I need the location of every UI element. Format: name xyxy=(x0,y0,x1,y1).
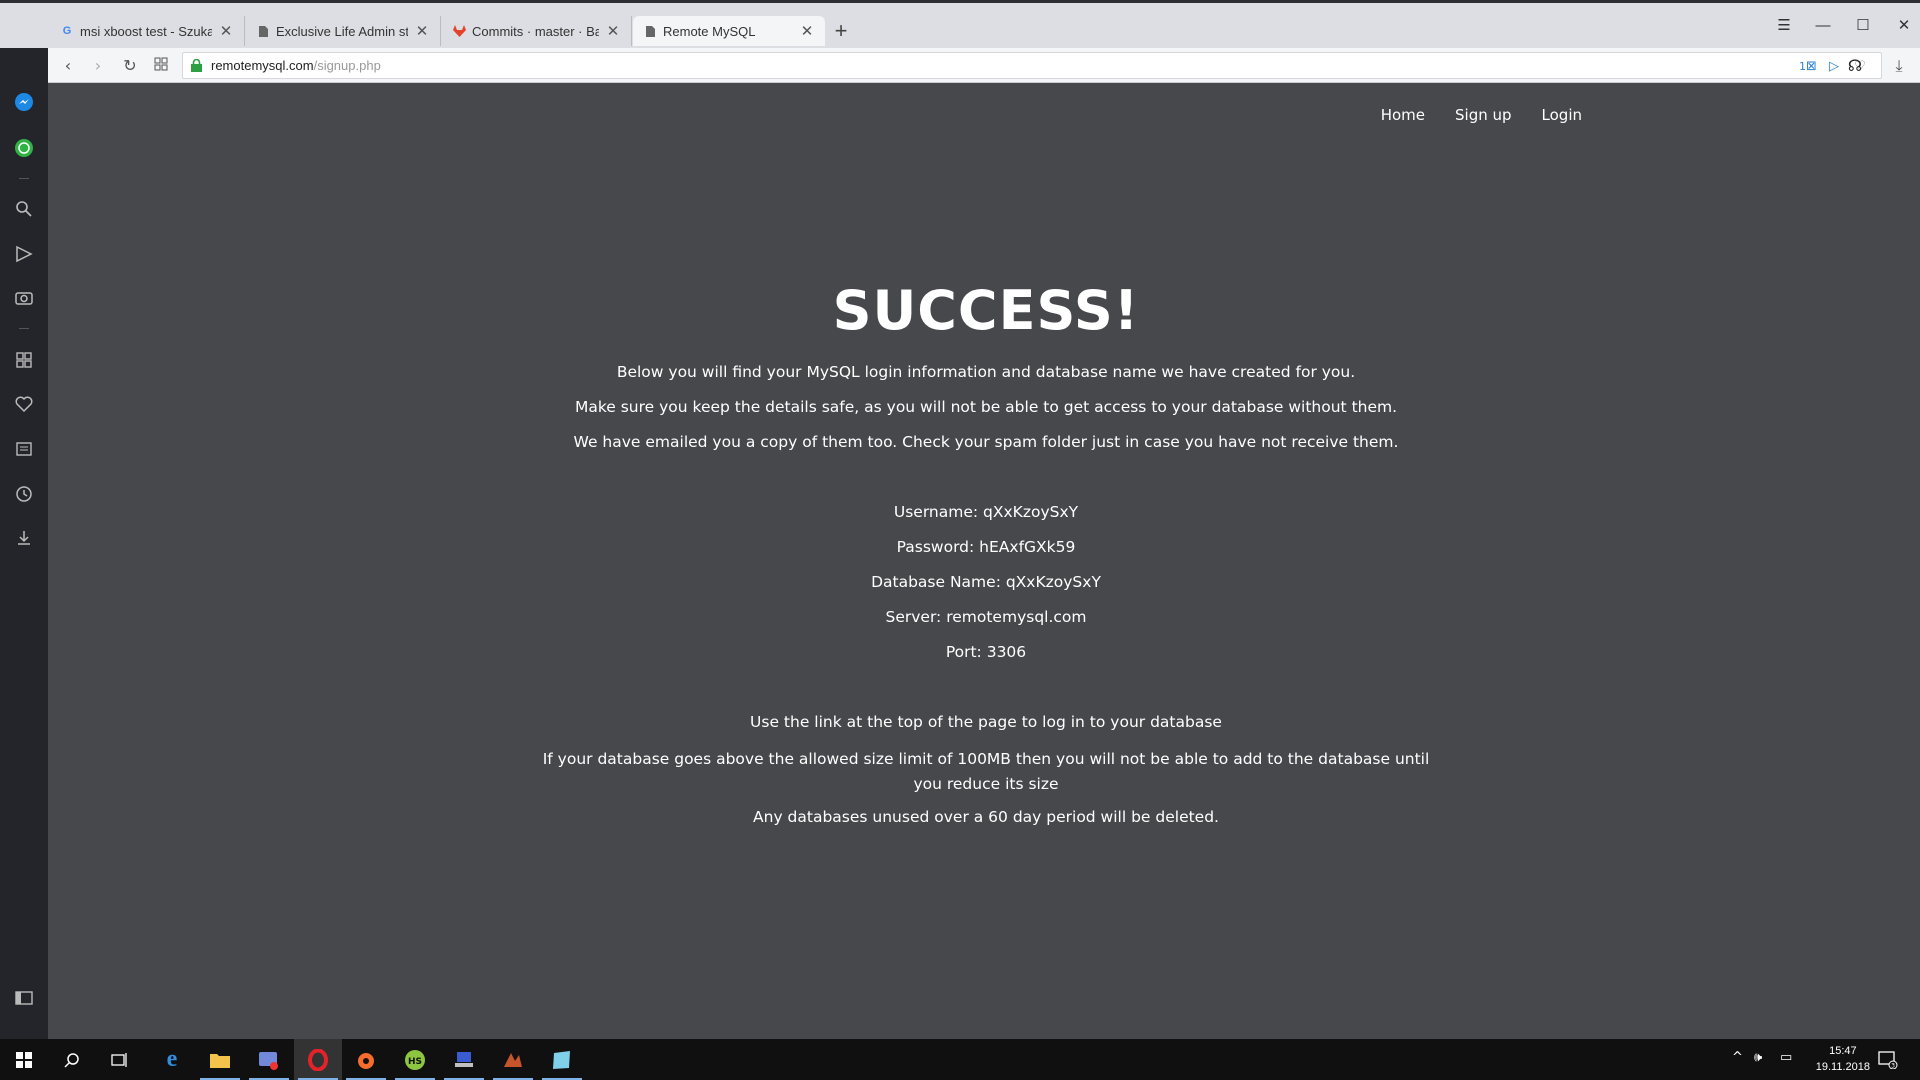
nav-home-link[interactable]: Home xyxy=(1381,106,1425,124)
document-icon xyxy=(643,24,657,38)
minimize-icon[interactable]: — xyxy=(1808,13,1838,39)
tab-exclusive-life[interactable]: Exclusive Life Admin stuff ✕ xyxy=(246,16,441,46)
site-nav: Home Sign up Login xyxy=(1381,106,1582,124)
intro-text: Below you will find your MySQL login inf… xyxy=(616,363,1356,381)
gitlab-icon xyxy=(452,24,466,38)
volume-icon[interactable]: 🕪 xyxy=(1754,1050,1762,1065)
tab-menu-icon[interactable]: ☰ xyxy=(1769,13,1799,39)
whatsapp-icon[interactable] xyxy=(14,138,34,158)
tab-google-search[interactable]: G msi xboost test - Szukaj w ✕ xyxy=(50,16,245,46)
origin-icon[interactable] xyxy=(342,1039,390,1080)
sidebar-separator xyxy=(19,328,29,329)
tab-remote-mysql[interactable]: Remote MySQL ✕ xyxy=(633,16,825,46)
note-text: Use the link at the top of the page to l… xyxy=(750,713,1222,731)
url-path: /signup.php xyxy=(313,58,381,73)
database-name-value: Database Name: qXxKzoySxY xyxy=(871,573,1101,591)
search-icon[interactable] xyxy=(48,1039,96,1080)
file-explorer-icon[interactable] xyxy=(196,1039,244,1080)
opera-taskbar-icon[interactable] xyxy=(294,1039,342,1080)
network-icon[interactable]: ▭ xyxy=(1780,1050,1792,1065)
close-tab-icon[interactable]: ✕ xyxy=(799,22,815,40)
tab-bar: G msi xboost test - Szukaj w ✕ Exclusive… xyxy=(0,0,1920,48)
clock-date: 19.11.2018 xyxy=(1815,1061,1870,1073)
port-value: Port: 3306 xyxy=(945,643,1027,661)
tab-label: Remote MySQL xyxy=(663,23,756,39)
flow-send-icon[interactable]: ▷ xyxy=(1825,57,1843,75)
tray-overflow-icon[interactable]: ^ xyxy=(1732,1050,1743,1065)
tab-gitlab-commits[interactable]: Commits · master · Bartixx ✕ xyxy=(442,16,632,46)
close-tab-icon[interactable]: ✕ xyxy=(218,22,234,40)
google-icon: G xyxy=(62,25,72,37)
document-icon xyxy=(256,24,270,38)
messenger-icon[interactable] xyxy=(14,92,34,112)
system-clock[interactable]: 15:47 19.11.2018 xyxy=(1816,1043,1870,1075)
vpn-account-icon[interactable]: ☊ xyxy=(1843,54,1867,78)
nav-login-link[interactable]: Login xyxy=(1542,106,1582,124)
url-text: remotemysql.com/signup.php xyxy=(211,58,381,73)
downloads-icon[interactable]: ⤓ xyxy=(1887,54,1911,78)
adblock-count: 1 xyxy=(1799,59,1807,73)
windows-start-icon[interactable] xyxy=(0,1039,48,1080)
edge-icon[interactable]: e xyxy=(148,1039,196,1080)
forward-icon[interactable]: › xyxy=(86,54,110,78)
tab-label: Exclusive Life Admin stuff xyxy=(276,23,408,39)
username-value: Username: qXxKzoySxY xyxy=(893,503,1079,521)
close-tab-icon[interactable]: ✕ xyxy=(605,22,621,40)
tab-label: Commits · master · Bartixx xyxy=(472,23,599,39)
adblock-icon[interactable]: 1 ⊠ xyxy=(1799,57,1817,75)
note-text: Any databases unused over a 60 day perio… xyxy=(753,808,1219,826)
notepad-icon[interactable] xyxy=(538,1039,586,1080)
url-field[interactable]: remotemysql.com/signup.php 1 ⊠ ▷ ♡ xyxy=(182,52,1882,79)
address-bar: ‹ › ↻ remotemysql.com/signup.php 1 ⊠ ▷ ♡ … xyxy=(48,48,1920,83)
notification-count: 3 xyxy=(1891,1062,1895,1069)
password-value: Password: hEAxfGXk59 xyxy=(896,538,1076,556)
search-icon[interactable] xyxy=(14,199,34,219)
speed-dial-icon[interactable] xyxy=(14,350,34,370)
nav-signup-link[interactable]: Sign up xyxy=(1455,106,1512,124)
camera-snapshot-icon[interactable] xyxy=(14,288,34,308)
windows-taskbar: e HS ^ 🕪 ▭ 15:47 19.11.2018 3 xyxy=(0,1039,1920,1080)
action-center-icon[interactable]: 3 xyxy=(1864,1039,1912,1080)
close-tab-icon[interactable]: ✕ xyxy=(414,22,430,40)
heart-bookmarks-icon[interactable] xyxy=(14,394,34,414)
clock-time: 15:47 xyxy=(1829,1045,1857,1057)
url-domain: remotemysql.com xyxy=(211,58,314,73)
maximize-icon[interactable]: ☐ xyxy=(1848,13,1878,39)
flow-send-icon[interactable] xyxy=(14,244,34,264)
messenger-app-icon[interactable] xyxy=(245,1039,293,1080)
new-tab-button[interactable]: + xyxy=(830,18,852,44)
speed-dial-grid-icon[interactable] xyxy=(149,54,173,78)
task-view-icon[interactable] xyxy=(96,1039,144,1080)
page-title: SUCCESS! xyxy=(832,279,1140,342)
lock-icon xyxy=(191,59,202,72)
news-icon[interactable] xyxy=(14,439,34,459)
intro-text: Make sure you keep the details safe, as … xyxy=(574,398,1398,416)
hs-app-icon[interactable]: HS xyxy=(391,1039,439,1080)
svg-text:HS: HS xyxy=(408,1057,422,1067)
downloads-icon[interactable] xyxy=(14,528,34,548)
server-value: Server: remotemysql.com xyxy=(885,608,1087,626)
history-clock-icon[interactable] xyxy=(14,484,34,504)
back-icon[interactable]: ‹ xyxy=(56,54,80,78)
success-panel: SUCCESS! Below you will find your MySQL … xyxy=(48,279,1920,842)
intro-text: We have emailed you a copy of them too. … xyxy=(573,433,1399,451)
opera-sidebar xyxy=(0,0,48,1039)
sidebar-toggle-icon[interactable] xyxy=(14,988,34,1008)
matlab-icon[interactable] xyxy=(489,1039,537,1080)
close-window-icon[interactable]: ✕ xyxy=(1889,13,1919,39)
tab-label: msi xboost test - Szukaj w xyxy=(80,23,212,39)
page-content: Home Sign up Login SUCCESS! Below you wi… xyxy=(48,84,1920,1039)
network-app-icon[interactable] xyxy=(440,1039,488,1080)
note-text: If your database goes above the allowed … xyxy=(542,750,1430,793)
sidebar-separator xyxy=(19,178,29,179)
reload-icon[interactable]: ↻ xyxy=(118,54,142,78)
